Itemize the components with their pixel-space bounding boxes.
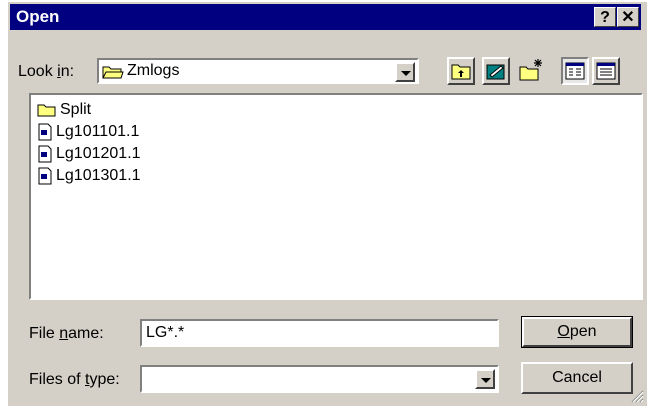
- file-type-select[interactable]: [140, 365, 499, 393]
- close-icon: ✕: [621, 9, 635, 26]
- folder-open-icon: [102, 66, 124, 79]
- folder-icon: [37, 104, 56, 117]
- window-title: Open: [16, 7, 60, 26]
- list-item-file[interactable]: Lg101301.1: [37, 165, 141, 187]
- look-in-value: Zmlogs: [127, 62, 180, 79]
- open-button[interactable]: Open: [521, 316, 633, 348]
- cancel-button[interactable]: Cancel: [521, 362, 633, 394]
- file-icon: [38, 167, 52, 185]
- create-new-folder-button[interactable]: [517, 57, 545, 85]
- list-item-label: Split: [60, 101, 92, 118]
- desktop-icon: [486, 64, 505, 80]
- list-item-file[interactable]: Lg101201.1: [37, 143, 141, 165]
- look-in-dropdown-button[interactable]: [395, 62, 415, 82]
- file-name-label: File name:: [29, 325, 104, 342]
- help-button[interactable]: ?: [594, 7, 616, 27]
- file-icon: [38, 123, 52, 141]
- look-in-combo[interactable]: Zmlogs: [97, 58, 419, 84]
- new-folder-icon: [519, 59, 542, 81]
- look-in-label: Look in:: [18, 63, 75, 80]
- list-item-label: Lg101201.1: [56, 145, 141, 162]
- file-name-input[interactable]: LG*.*: [140, 319, 499, 347]
- resize-grip-icon[interactable]: [630, 389, 644, 403]
- chevron-down-icon: [481, 378, 491, 383]
- file-icon: [38, 145, 52, 163]
- file-list[interactable]: Split Lg101101.1 Lg101201.1 Lg101301.1: [29, 93, 643, 300]
- file-type-dropdown-button[interactable]: [475, 369, 495, 389]
- up-one-level-button[interactable]: [447, 57, 475, 85]
- chevron-down-icon: [401, 71, 411, 76]
- close-button[interactable]: ✕: [617, 7, 639, 27]
- list-item-label: Lg101301.1: [56, 167, 141, 184]
- details-view-button[interactable]: [592, 57, 620, 85]
- desktop-button[interactable]: [482, 57, 510, 85]
- file-type-label: Files of type:: [29, 371, 120, 388]
- list-item-label: Lg101101.1: [56, 123, 140, 140]
- list-item-folder[interactable]: Split: [37, 99, 91, 121]
- list-view-button[interactable]: [561, 57, 589, 85]
- list-view-icon: [565, 62, 585, 80]
- list-item-file[interactable]: Lg101101.1: [37, 121, 139, 143]
- details-view-icon: [596, 62, 616, 80]
- file-name-value: LG*.*: [146, 324, 185, 341]
- help-icon: ?: [600, 9, 610, 26]
- title-bar[interactable]: Open ? ✕: [10, 4, 641, 30]
- open-dialog: Open ? ✕ Look in: Zmlogs Split Lg101101.…: [6, 0, 647, 406]
- up-folder-icon: [451, 64, 471, 80]
